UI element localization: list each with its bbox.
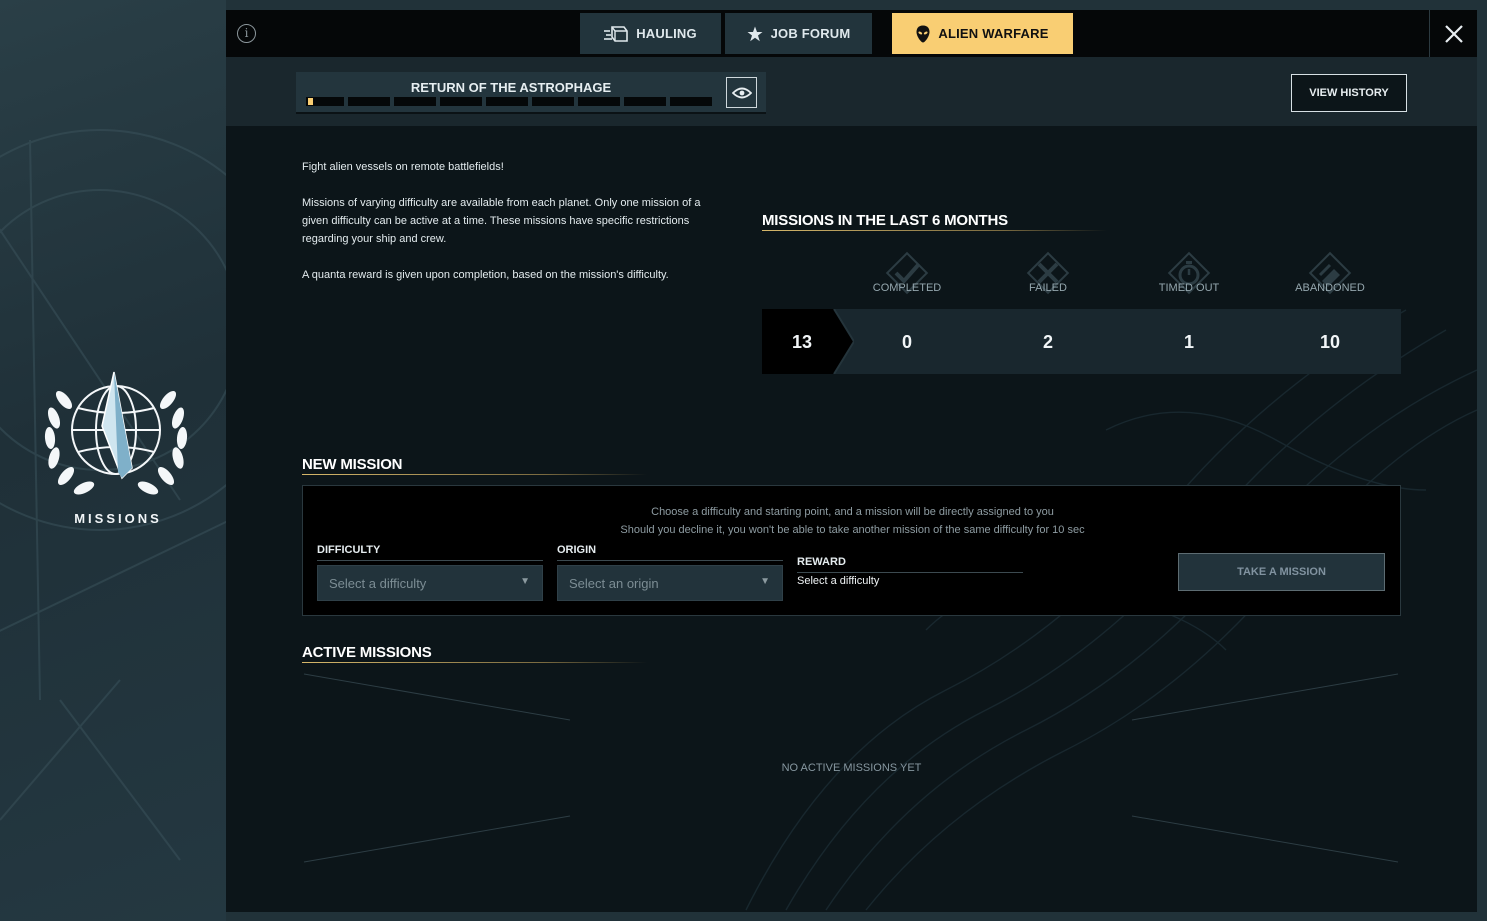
active-missions-title-underline (302, 662, 647, 663)
stats-title-underline (762, 230, 1107, 231)
progress-segment (394, 97, 436, 106)
progress-segment (440, 97, 482, 106)
progress-segment (306, 97, 344, 106)
stat-value-failed: 2 (1042, 332, 1053, 352)
difficulty-placeholder: Select a difficulty (329, 575, 427, 591)
stat-value-abandoned: 10 (1319, 332, 1341, 352)
stat-label-timed-out: TIMED OUT (1158, 282, 1220, 294)
intro-text: Fight alien vessels on remote battlefiel… (302, 161, 504, 173)
alien-head-icon (916, 25, 930, 42)
difficulty-underline (317, 560, 543, 561)
brand-label: MISSIONS (74, 511, 162, 526)
stat-label-completed: COMPLETED (872, 282, 942, 294)
progress-segment (486, 97, 528, 106)
reward-label: REWARD (797, 556, 846, 568)
progress-segment (532, 97, 574, 106)
campaign-progress: RETURN OF THE ASTROPHAGE (296, 72, 766, 114)
new-mission-title: NEW MISSION (302, 456, 403, 473)
progress-segment (624, 97, 666, 106)
info-icon[interactable]: i (237, 24, 256, 43)
new-mission-hint: Should you decline it, you won't be able… (620, 524, 1085, 536)
topographic-background (303, 309, 1477, 911)
origin-placeholder: Select an origin (569, 575, 659, 591)
progress-segment (670, 97, 712, 106)
new-mission-hint: Choose a difficulty and starting point, … (651, 506, 1054, 518)
view-history-button[interactable]: VIEW HISTORY (1291, 74, 1407, 112)
stat-value-timed-out: 1 (1183, 332, 1194, 352)
missions-emblem-icon (44, 371, 188, 495)
sub-header: RETURN OF THE ASTROPHAGE VIEW HISTORY (226, 57, 1477, 126)
origin-select[interactable]: Select an origin ▼ (557, 565, 783, 601)
intro-text: Missions of varying difficulty are avail… (302, 197, 701, 245)
take-mission-button[interactable]: TAKE A MISSION (1178, 553, 1385, 591)
difficulty-select[interactable]: Select a difficulty ▼ (317, 565, 543, 601)
stats-title: MISSIONS IN THE LAST 6 MONTHS (762, 212, 1008, 229)
top-bar: i HAULING JOB FORUM ALIEN WARFARE (226, 10, 1477, 57)
new-mission-title-underline (302, 474, 647, 475)
view-campaign-button[interactable] (726, 77, 757, 108)
reward-underline (797, 572, 1023, 573)
tab-job-forum[interactable]: JOB FORUM (725, 13, 872, 54)
campaign-title: RETURN OF THE ASTROPHAGE (410, 80, 612, 95)
chevron-down-icon: ▼ (520, 576, 530, 587)
intro-text: A quanta reward is given upon completion… (302, 269, 669, 281)
progress-segment (348, 97, 390, 106)
progress-segment (578, 97, 620, 106)
origin-underline (557, 560, 783, 561)
star-icon (747, 26, 763, 41)
new-mission-form: Choose a difficulty and starting point, … (302, 485, 1401, 616)
reward-value: Select a difficulty (797, 575, 880, 587)
no-active-missions-text: NO ACTIVE MISSIONS YET (781, 762, 922, 774)
stat-label-abandoned: ABANDONED (1295, 282, 1365, 294)
tab-hauling[interactable]: HAULING (580, 13, 721, 54)
cargo-icon (604, 25, 628, 42)
eye-icon (731, 87, 752, 98)
branding-pane: MISSIONS (0, 0, 226, 921)
difficulty-label: DIFFICULTY (317, 544, 381, 556)
campaign-progress-bar (306, 97, 712, 106)
stat-value-completed: 0 (901, 332, 912, 352)
origin-label: ORIGIN (557, 544, 597, 556)
chevron-down-icon: ▼ (760, 576, 770, 587)
close-icon (1444, 24, 1463, 43)
active-missions-title: ACTIVE MISSIONS (302, 644, 432, 661)
close-button[interactable] (1429, 10, 1477, 57)
tab-hauling-label: HAULING (636, 26, 697, 41)
stat-label-failed: FAILED (1029, 282, 1067, 294)
missions-panel: i HAULING JOB FORUM ALIEN WARFARE RETURN… (226, 10, 1477, 912)
tab-alien-warfare-label: ALIEN WARFARE (938, 26, 1049, 41)
tab-alien-warfare[interactable]: ALIEN WARFARE (892, 13, 1073, 54)
tab-job-forum-label: JOB FORUM (770, 26, 851, 41)
